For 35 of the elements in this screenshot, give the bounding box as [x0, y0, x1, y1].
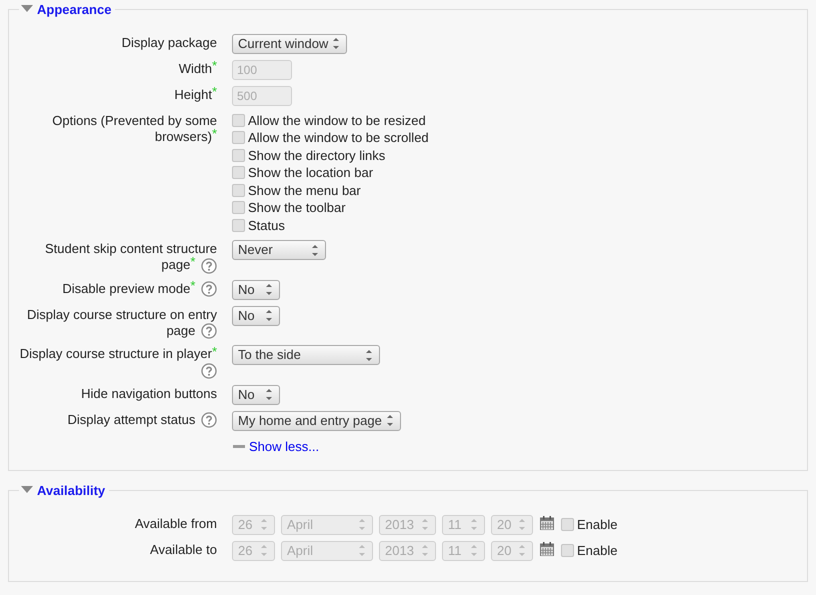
checkbox[interactable] — [232, 201, 245, 214]
checkbox-label: Show the toolbar — [248, 199, 346, 217]
checkbox[interactable] — [232, 131, 245, 144]
section-title[interactable]: Appearance — [37, 0, 114, 20]
checkbox-label: Allow the window to be scrolled — [248, 129, 429, 147]
select-dropdown[interactable]: My home and entry page — [232, 410, 401, 431]
field-label: Display attempt status — [9, 410, 217, 428]
select-dropdown[interactable]: No — [232, 280, 280, 300]
checkbox[interactable] — [232, 114, 245, 127]
checkbox-label: Show the menu bar — [248, 182, 361, 200]
field-label: Display course structure on entry page — [26, 306, 217, 340]
select-dropdown[interactable]: Never — [232, 240, 326, 260]
field-label: Available to — [149, 540, 217, 558]
checkbox[interactable] — [232, 166, 245, 180]
checkbox[interactable] — [232, 184, 245, 197]
checkbox[interactable] — [232, 148, 245, 162]
calendar-icon — [540, 516, 554, 530]
checkbox-label: Status — [248, 216, 285, 234]
select-dropdown[interactable]: No — [232, 384, 280, 405]
field-label: Available from — [134, 514, 217, 532]
checkbox[interactable] — [232, 218, 245, 232]
calendar-icon — [540, 542, 554, 556]
dash-icon — [233, 444, 245, 448]
checkbox-label: Enable — [577, 542, 618, 560]
select-dropdown[interactable]: To the side — [232, 345, 380, 366]
checkbox-label: Enable — [577, 516, 618, 534]
checkbox-label: Show the location bar — [248, 164, 374, 182]
select-dropdown[interactable]: Current window — [232, 34, 347, 54]
field-label: Hide navigation buttons — [80, 384, 217, 402]
section-title[interactable]: Availability — [37, 481, 108, 501]
select-dropdown[interactable]: No — [232, 306, 280, 326]
checkbox-label: Allow the window to be resized — [248, 112, 426, 130]
show-less-link[interactable]: Show less... — [249, 436, 320, 456]
checkbox-label: Show the directory links — [248, 146, 386, 165]
field-label: Display package — [120, 34, 217, 50]
